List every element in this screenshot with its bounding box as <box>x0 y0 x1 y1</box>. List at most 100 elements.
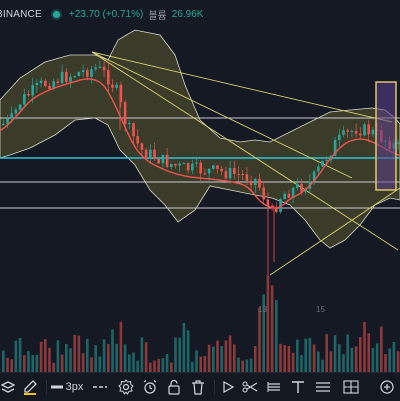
candle-body <box>228 168 232 179</box>
stack-icon[interactable] <box>264 377 284 397</box>
volume-bar <box>254 346 257 372</box>
volume-bar <box>384 354 387 372</box>
candle-body <box>90 69 93 77</box>
candle-body <box>245 174 249 181</box>
candle-body <box>39 80 43 83</box>
volume-bar <box>350 347 354 372</box>
candle-body <box>237 173 240 175</box>
volume-bar <box>107 344 110 372</box>
candle-body <box>207 168 211 174</box>
volume-bar <box>333 335 337 372</box>
candle-body <box>203 173 207 175</box>
volume-bar <box>220 346 223 372</box>
candle-body <box>115 84 118 88</box>
volume-bar <box>157 358 160 372</box>
extra-icon[interactable] <box>376 377 398 397</box>
candle-body <box>102 66 106 71</box>
volume-bar <box>388 348 391 372</box>
volume-bar <box>6 357 9 372</box>
candle-body <box>241 173 244 175</box>
volume-bar <box>363 321 366 372</box>
time-label: 13 <box>258 305 267 314</box>
volume-bar <box>90 357 93 372</box>
candle-body <box>165 154 169 167</box>
volume-bar <box>119 321 123 372</box>
volume-bar <box>48 347 51 372</box>
symbol-header: BINANCE +23.70 (+0.71%) 볼륨 26.96K <box>0 0 400 28</box>
symbol-name[interactable]: BINANCE <box>0 9 42 20</box>
lock-icon[interactable] <box>164 377 184 397</box>
candle-body <box>157 158 160 164</box>
volume-bar <box>165 353 169 372</box>
grid-icon[interactable] <box>340 377 362 397</box>
volume-bar <box>132 352 135 372</box>
volume-bar <box>308 337 312 372</box>
candle-body <box>31 85 34 96</box>
candle-body <box>258 178 261 188</box>
volume-bar <box>279 343 282 372</box>
candle-body <box>18 104 22 110</box>
volume-bar <box>392 341 396 372</box>
volume-bar <box>27 351 30 372</box>
volume-bar <box>140 337 144 372</box>
volume-bar <box>31 355 34 372</box>
candle-body <box>81 70 85 73</box>
candle-body <box>254 178 257 186</box>
volume-bar <box>44 339 47 372</box>
candle-body <box>249 180 253 186</box>
line-width-button[interactable]: 3px <box>50 377 84 397</box>
volume-bar <box>300 355 303 372</box>
candle-body <box>69 76 72 82</box>
candle-body <box>342 130 345 135</box>
volume-bar <box>304 338 307 372</box>
line-style-icon[interactable] <box>90 377 110 397</box>
trash-icon[interactable] <box>188 377 208 397</box>
volume-bar <box>325 334 328 372</box>
volume-bar <box>338 344 341 372</box>
candle-body <box>94 67 97 70</box>
volume-bar <box>270 285 274 372</box>
volume-bar <box>329 351 333 372</box>
volume-bar <box>73 334 76 372</box>
candle-body <box>212 165 215 169</box>
volume-bar <box>182 322 186 372</box>
volume-bar <box>60 354 64 372</box>
candle-body <box>65 71 68 82</box>
volume-bar <box>237 357 240 372</box>
candle-body <box>27 94 30 96</box>
play-icon[interactable] <box>218 377 238 397</box>
candle-body <box>191 163 194 171</box>
candle-body <box>338 134 341 140</box>
settings-icon[interactable] <box>116 377 136 397</box>
volume-bar <box>233 344 236 372</box>
text-icon[interactable] <box>288 377 308 397</box>
pencil-icon[interactable] <box>18 377 42 397</box>
volume-bar <box>149 362 152 372</box>
volume-bar <box>195 350 198 372</box>
candle-body <box>35 82 39 86</box>
volume-bar <box>81 353 85 372</box>
drawing-toolbar: 3px <box>0 372 400 401</box>
lines-icon[interactable] <box>312 377 334 397</box>
scissors-icon[interactable] <box>240 377 260 397</box>
volume-bar <box>266 275 270 372</box>
volume-bar <box>354 346 358 372</box>
layers-icon[interactable] <box>0 377 16 397</box>
volume-bar <box>186 330 190 372</box>
candle-body <box>77 72 81 77</box>
volume-bar <box>317 351 320 372</box>
volume-bar <box>18 337 22 372</box>
line-width-label: 3px <box>65 381 84 393</box>
volume-bar <box>77 335 81 372</box>
volume-bar <box>98 356 102 372</box>
volume-bar <box>296 339 299 372</box>
volume-bar <box>367 333 370 372</box>
candle-body <box>317 166 320 172</box>
candle-body <box>144 149 148 158</box>
time-axis: 13 15 <box>0 305 400 317</box>
alarm-clock-icon[interactable] <box>140 377 160 397</box>
candle-body <box>262 187 265 200</box>
volume-bar <box>65 344 68 372</box>
candle-body <box>396 142 400 144</box>
market-status-dot <box>52 10 60 18</box>
